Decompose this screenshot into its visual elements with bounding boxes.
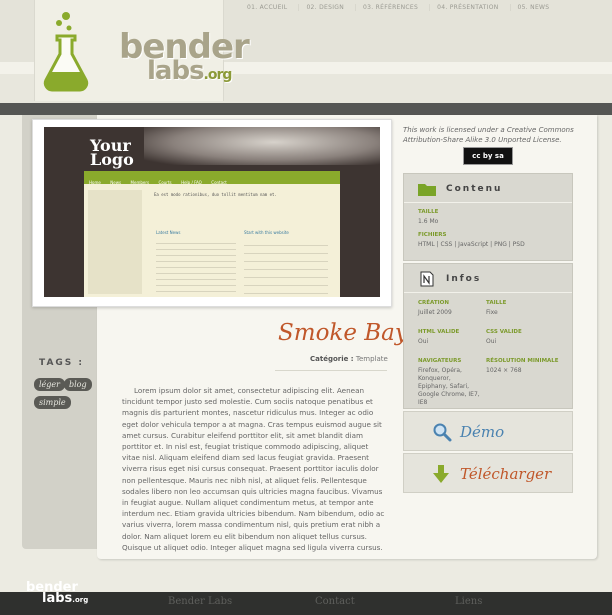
demo-button[interactable]: Démo [403,411,573,451]
contenu-box: Contenu TAILLE 1.6 Mo FICHIERS HTML | CS… [403,173,573,261]
infos-html-value: Oui [418,338,429,345]
contenu-files-value: HTML | CSS | JavaScript | PNG | PSD [418,241,525,248]
download-button[interactable]: Télécharger [403,453,573,493]
preview-nav: Home News Members Courts Help / FAQ Cont… [84,171,340,185]
tags-title: TAGS : [39,358,85,368]
preview-heading: Ea est modo rationibus, duo tollit menti… [154,192,277,197]
infos-resolution-value: 1024 × 768 [486,367,522,374]
infos-css-label: CSS VALIDE [486,329,522,335]
logo-labs-text: labs [147,56,205,86]
footer-logo-tld: .org [72,596,89,604]
infos-creation-label: CRÉATION [418,300,449,306]
category-label: Catégorie : [310,355,354,363]
preview-start-with: Start with this website [244,230,289,235]
project-title: Smoke Bay [278,320,408,346]
license-notice[interactable]: This work is licensed under a Creative C… [403,125,583,145]
nav-accueil[interactable]: 01. ACCUEIL [240,4,300,11]
tag-blog[interactable]: blog [64,378,92,391]
nav-design[interactable]: 02. DESIGN [299,4,357,11]
infos-title: Infos [446,274,482,284]
infos-browsers-label: NAVIGATEURS [418,358,462,364]
footer-link-liens[interactable]: Liens [455,596,482,607]
download-label: Télécharger [460,465,552,483]
nav-presentation[interactable]: 04. PRÉSENTATION [430,4,511,11]
project-description: Lorem ipsum dolor sit amet, consectetur … [122,386,385,552]
logo-tld: .org [203,67,233,83]
preview-body: Ea est modo rationibus, duo tollit menti… [84,184,340,297]
template-preview[interactable]: Your Logo Home News Members Courts Help … [44,127,380,297]
folder-icon [418,184,436,196]
infos-taille-label: TAILLE [486,300,507,306]
footer-logo-labs-text: labs [42,591,73,606]
infos-resolution-label: RÉSOLUTION MINIMALE [486,358,559,364]
footer-link-bender-labs[interactable]: Bender Labs [168,596,232,607]
download-arrow-icon [433,465,449,483]
contenu-title: Contenu [446,184,503,194]
site-logo[interactable]: bender labs.org [34,0,250,101]
infos-creation-value: Juillet 2009 [418,309,452,316]
infos-html-label: HTML VALIDE [418,329,460,335]
contenu-size-value: 1.6 Mo [418,218,439,225]
infos-divider [404,292,572,293]
magnifier-icon [433,423,452,442]
main-nav: 01. ACCUEIL 02. DESIGN 03. RÉFÉRENCES 04… [240,4,560,11]
preview-start-list [244,238,328,294]
logo-word-labs: labs.org [147,56,233,88]
preview-news-list [156,238,236,294]
preview-logo: Your Logo [90,136,134,169]
infos-browsers-value: Firefox, Opéra, Konqueror, Epiphany, Saf… [418,367,480,406]
infos-taille-value: Fixe [486,309,498,316]
category-value[interactable]: Template [356,355,388,363]
nav-news[interactable]: 05. NEWS [511,4,561,11]
tag-leger[interactable]: léger [34,378,65,391]
tag-simple[interactable]: simple [34,396,71,409]
preview-latest-news: Latest News [156,230,181,235]
infos-box: Infos CRÉATION Juillet 2009 TAILLE Fixe … [403,263,573,409]
title-divider [275,370,387,371]
preview-smoke-banner [144,127,380,165]
footer-link-contact[interactable]: Contact [315,596,355,607]
contenu-files-label: FICHIERS [418,232,447,238]
header: bender labs.org 01. ACCUEIL 02. DESIGN 0… [0,0,612,103]
footer-logo[interactable]: bender labs.org [26,581,89,606]
header-band [0,103,612,115]
footer [0,592,612,615]
contenu-size-label: TAILLE [418,209,439,215]
info-document-icon [420,271,434,287]
cc-license-badge[interactable]: cc by sa [463,147,513,165]
preview-sidebar [88,190,142,294]
infos-css-value: Oui [486,338,497,345]
demo-label: Démo [460,423,505,441]
flask-icon [43,12,89,92]
contenu-divider [404,202,572,203]
project-category: Catégorie : Template [310,355,388,363]
nav-references[interactable]: 03. RÉFÉRENCES [356,4,431,11]
